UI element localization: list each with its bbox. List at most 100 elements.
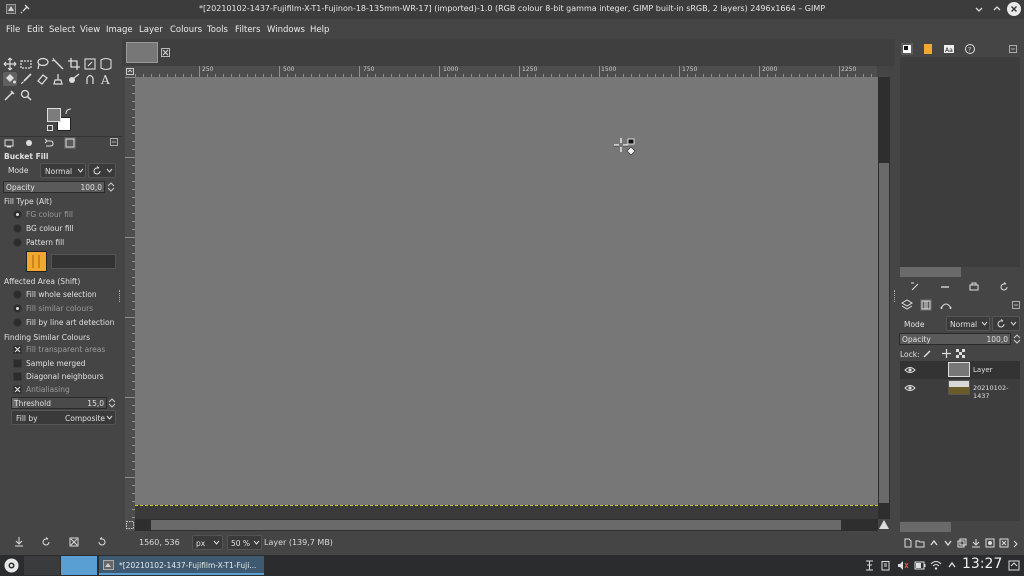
threshold-spinner-icon[interactable]	[108, 397, 116, 409]
lasso-tool-icon[interactable]	[35, 57, 49, 71]
opacity-spinner-icon[interactable]	[107, 181, 115, 193]
layer-opacity-slider[interactable]: Opacity 100,0	[899, 333, 1011, 345]
dodge-burn-tool-icon[interactable]	[83, 72, 97, 86]
clone-tool-icon[interactable]	[51, 72, 65, 86]
vertical-ruler[interactable]	[125, 77, 135, 519]
menu-image[interactable]: Image	[106, 25, 133, 35]
help-tab-icon[interactable]: ?	[964, 43, 976, 55]
tool-options-tab-icon[interactable]	[4, 138, 14, 148]
mode-select[interactable]: Normal	[40, 163, 86, 178]
menu-edit[interactable]: Edit	[27, 25, 43, 35]
text-tool-icon[interactable]: A	[99, 72, 113, 86]
menu-tools[interactable]: Tools	[207, 25, 228, 35]
image-canvas[interactable]	[135, 77, 878, 505]
opacity-slider[interactable]: Opacity 100,0	[3, 181, 105, 193]
quick-mask-toggle-icon[interactable]	[125, 519, 135, 531]
foreground-background-colors[interactable]	[46, 108, 74, 132]
diagonal-neighbours-checkbox[interactable]	[13, 372, 22, 381]
wifi-tray-icon[interactable]	[930, 560, 942, 571]
layers-list[interactable]: Layer 20210102-1437	[900, 361, 1020, 521]
brush-edit-icon[interactable]	[910, 282, 920, 292]
antialiasing-checkbox[interactable]	[13, 385, 22, 394]
layers-tab-icon[interactable]	[901, 299, 913, 311]
zoom-tool-icon[interactable]	[19, 88, 33, 102]
menu-file[interactable]: File	[6, 25, 20, 35]
layers-mode-reset-button[interactable]	[992, 316, 1020, 331]
layers-mode-select[interactable]: Normal	[946, 316, 990, 331]
vertical-scrollbar-thumb[interactable]	[879, 163, 889, 503]
brush-remove-icon[interactable]	[940, 282, 950, 292]
unit-select[interactable]: px	[192, 535, 223, 550]
minimize-icon[interactable]	[972, 2, 986, 16]
new-layer-group-icon[interactable]	[915, 538, 925, 548]
layers-dock-more-icon[interactable]	[1012, 538, 1020, 548]
battery-tray-icon[interactable]	[914, 560, 926, 571]
delete-options-icon[interactable]	[69, 536, 79, 548]
navigate-image-icon[interactable]	[878, 519, 890, 531]
device-status-tab-icon[interactable]	[24, 138, 34, 148]
menu-select[interactable]: Select	[49, 25, 75, 35]
dock-menu-icon[interactable]	[1009, 45, 1017, 53]
reset-options-icon[interactable]	[97, 536, 107, 548]
patterns-tab-icon[interactable]	[922, 43, 934, 55]
sample-merged-checkbox[interactable]	[13, 359, 22, 368]
left-dock-splitter[interactable]	[119, 290, 122, 302]
channels-tab-icon[interactable]	[920, 299, 932, 311]
foreground-color-swatch[interactable]	[47, 108, 61, 122]
menu-filters[interactable]: Filters	[235, 25, 260, 35]
layer-opacity-spinner-icon[interactable]	[1013, 333, 1021, 345]
brushes-list[interactable]	[900, 57, 1020, 267]
menu-view[interactable]: View	[80, 25, 100, 35]
swap-colors-icon[interactable]	[65, 108, 72, 115]
menu-colours[interactable]: Colours	[170, 25, 202, 35]
pattern-name-field[interactable]	[51, 254, 116, 269]
maximize-icon[interactable]	[990, 2, 1004, 16]
fill-line-art-radio[interactable]	[13, 318, 22, 327]
tray-expand-icon[interactable]	[947, 561, 957, 569]
clock[interactable]: 13:27	[962, 556, 1002, 572]
volume-muted-tray-icon[interactable]	[897, 560, 909, 571]
brush-refresh-icon[interactable]	[999, 282, 1009, 292]
close-icon[interactable]	[1007, 2, 1021, 16]
bg-colour-fill-radio[interactable]	[13, 224, 22, 233]
menu-layer[interactable]: Layer	[139, 25, 163, 35]
virtual-desktop-1[interactable]	[24, 556, 60, 575]
horizontal-scrollbar[interactable]	[135, 519, 878, 531]
layer-row[interactable]: 20210102-1437	[900, 379, 1020, 400]
taskbar-task-gimp[interactable]: *[20210102-1437-Fujifilm-X-T1-Fuji...	[99, 556, 264, 575]
delete-layer-icon[interactable]	[999, 538, 1009, 548]
layers-dock-menu-icon[interactable]	[1012, 301, 1020, 309]
mode-reset-button[interactable]	[88, 163, 116, 178]
fill-transparent-checkbox[interactable]	[13, 345, 22, 354]
save-options-icon[interactable]	[14, 536, 24, 548]
eraser-tool-icon[interactable]	[35, 72, 49, 86]
lock-position-icon[interactable]	[941, 348, 952, 359]
fg-colour-fill-radio[interactable]	[13, 210, 22, 219]
lock-alpha-icon[interactable]	[955, 348, 966, 359]
close-tab-icon[interactable]	[161, 48, 170, 57]
paths-tab-icon[interactable]	[940, 299, 952, 311]
rect-select-tool-icon[interactable]	[19, 57, 33, 71]
layer-row[interactable]: Layer	[900, 361, 1020, 379]
horizontal-scrollbar-thumb[interactable]	[151, 520, 841, 530]
zoom-select[interactable]: 50 %	[227, 535, 262, 550]
ruler-corner[interactable]	[125, 66, 135, 77]
undo-history-tab-icon[interactable]	[44, 138, 54, 148]
horizontal-ruler[interactable]: 250 500 750 1000 1250 1500 1750 2000 225…	[135, 66, 877, 77]
fonts-tab-icon[interactable]: Aa	[943, 43, 955, 55]
merge-layer-icon[interactable]	[971, 538, 981, 548]
unified-transform-tool-icon[interactable]	[83, 57, 97, 71]
default-colors-icon[interactable]	[47, 125, 53, 131]
bucket-fill-tool-icon[interactable]	[3, 72, 17, 86]
smudge-tool-icon[interactable]	[67, 72, 81, 86]
vertical-scrollbar[interactable]	[878, 77, 890, 519]
brush-duplicate-icon[interactable]	[969, 282, 979, 292]
brushes-scrollbar-thumb[interactable]	[900, 267, 961, 277]
new-layer-icon[interactable]	[903, 538, 913, 548]
fuzzy-select-tool-icon[interactable]	[51, 57, 65, 71]
color-picker-tool-icon[interactable]	[3, 88, 17, 102]
menu-windows[interactable]: Windows	[267, 25, 305, 35]
clipboard-tray-icon[interactable]	[880, 560, 891, 571]
pattern-fill-radio[interactable]	[13, 238, 22, 247]
crop-tool-icon[interactable]	[67, 57, 81, 71]
